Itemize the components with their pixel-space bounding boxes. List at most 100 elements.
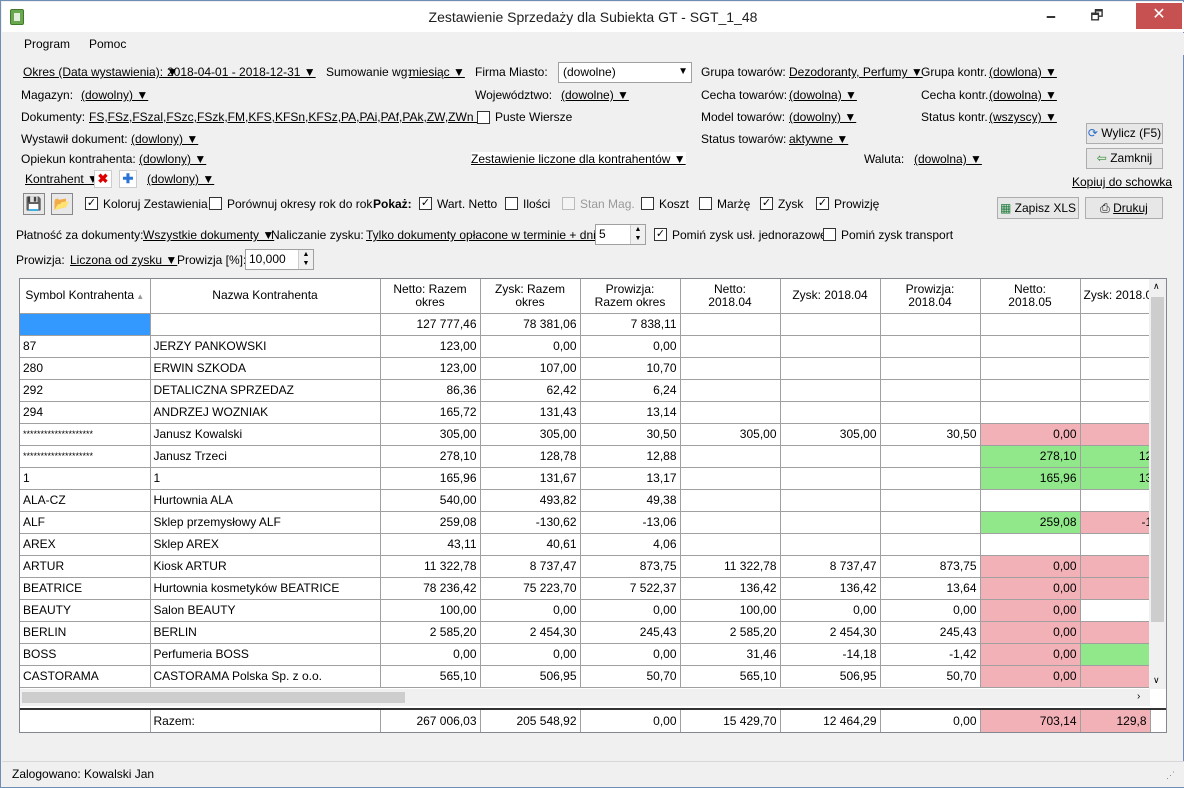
table-cell[interactable] bbox=[1080, 665, 1157, 688]
table-cell[interactable]: BEATRICE bbox=[20, 577, 151, 600]
table-cell[interactable]: 292 bbox=[20, 379, 151, 402]
horizontal-scrollbar[interactable]: › bbox=[20, 689, 1150, 706]
table-cell[interactable]: Sklep przemysłowy ALF bbox=[150, 511, 381, 534]
table-cell[interactable]: 12 bbox=[1080, 445, 1157, 468]
table-cell[interactable]: 131,67 bbox=[480, 467, 581, 490]
table-cell[interactable]: 123,00 bbox=[380, 335, 481, 358]
table-cell[interactable] bbox=[1080, 643, 1157, 666]
table-cell[interactable]: 0,00 bbox=[580, 599, 681, 622]
table-cell[interactable]: 873,75 bbox=[580, 555, 681, 578]
table-cell[interactable] bbox=[980, 313, 1081, 336]
table-cell[interactable] bbox=[680, 335, 781, 358]
table-cell[interactable]: 259,08 bbox=[380, 511, 481, 534]
koszt-checkbox[interactable] bbox=[641, 197, 654, 210]
table-cell[interactable]: 15 429,70 bbox=[680, 710, 781, 732]
resize-grip-icon[interactable]: ⋰ bbox=[1166, 770, 1175, 781]
table-cell[interactable]: 278,10 bbox=[380, 445, 481, 468]
table-cell[interactable]: ******************** bbox=[20, 423, 151, 446]
table-cell[interactable] bbox=[1080, 335, 1157, 358]
chevron-down-icon[interactable]: ∨ bbox=[1153, 675, 1160, 686]
table-cell[interactable] bbox=[980, 379, 1081, 402]
table-cell[interactable]: 565,10 bbox=[680, 665, 781, 688]
vertical-scroll-thumb[interactable] bbox=[1151, 297, 1164, 622]
table-cell[interactable] bbox=[780, 533, 881, 556]
table-cell[interactable]: 12 464,29 bbox=[780, 710, 881, 732]
table-cell[interactable] bbox=[880, 511, 981, 534]
okres-dropdown-label[interactable]: Okres (Data wystawienia): ▼ bbox=[23, 65, 178, 79]
ilosci-checkbox[interactable] bbox=[505, 197, 518, 210]
table-cell[interactable]: 0,00 bbox=[580, 643, 681, 666]
table-cell[interactable]: 123,00 bbox=[380, 357, 481, 380]
table-cell[interactable]: 0,00 bbox=[980, 621, 1081, 644]
table-cell[interactable]: 0,00 bbox=[980, 599, 1081, 622]
model-towarow-dropdown[interactable]: (dowolny) ▼ bbox=[789, 110, 856, 124]
table-cell[interactable]: 30,50 bbox=[580, 423, 681, 446]
table-cell[interactable] bbox=[780, 445, 881, 468]
table-cell[interactable]: CASTORAMA bbox=[20, 665, 151, 688]
table-cell[interactable]: 78 381,06 bbox=[480, 313, 581, 336]
table-cell[interactable]: ALF bbox=[20, 511, 151, 534]
table-cell[interactable]: 1 bbox=[20, 467, 151, 490]
table-cell[interactable]: 7 522,37 bbox=[580, 577, 681, 600]
table-cell[interactable]: 4,06 bbox=[580, 533, 681, 556]
folder-icon[interactable]: 📂 bbox=[51, 193, 73, 215]
table-cell[interactable]: -1,42 bbox=[880, 643, 981, 666]
table-cell[interactable]: 1 bbox=[150, 467, 381, 490]
grupa-kontr-dropdown[interactable]: (dowlona) ▼ bbox=[989, 65, 1057, 79]
table-cell[interactable] bbox=[680, 511, 781, 534]
table-cell[interactable]: 75 223,70 bbox=[480, 577, 581, 600]
table-cell[interactable] bbox=[980, 533, 1081, 556]
table-cell[interactable] bbox=[880, 313, 981, 336]
table-cell[interactable] bbox=[880, 379, 981, 402]
spinner-arrows-icon[interactable]: ▲ ▼ bbox=[630, 225, 645, 244]
table-cell[interactable] bbox=[1080, 379, 1157, 402]
table-cell[interactable]: 10,70 bbox=[580, 357, 681, 380]
table-cell[interactable] bbox=[1080, 423, 1157, 446]
table-cell[interactable]: -1 bbox=[1080, 511, 1157, 534]
marze-checkbox[interactable] bbox=[699, 197, 712, 210]
table-cell[interactable]: 13,64 bbox=[880, 577, 981, 600]
table-row[interactable]: BEATRICE Hurtownia kosmetyków BEATRICE 78 … bbox=[20, 577, 1157, 600]
table-cell[interactable]: 703,14 bbox=[980, 710, 1081, 732]
table-row[interactable]: ******************** Janusz Trzeci 278,10 1… bbox=[20, 445, 1157, 468]
table-row[interactable]: 1 1 165,96 131,67 13,17 165,96 13 bbox=[20, 467, 1157, 490]
table-cell[interactable]: -14,18 bbox=[780, 643, 881, 666]
column-header[interactable]: Nazwa Kontrahenta bbox=[150, 279, 381, 314]
column-header[interactable]: Netto: Razem okres bbox=[380, 279, 481, 314]
zysk-checkbox[interactable]: ✓ bbox=[760, 197, 773, 210]
table-cell[interactable] bbox=[780, 379, 881, 402]
table-cell[interactable] bbox=[680, 379, 781, 402]
table-cell[interactable]: 12,88 bbox=[580, 445, 681, 468]
table-cell[interactable]: ERWIN SZKODA bbox=[150, 357, 381, 380]
table-cell[interactable]: -130,62 bbox=[480, 511, 581, 534]
table-cell[interactable] bbox=[150, 313, 381, 336]
table-cell[interactable]: ALA-CZ bbox=[20, 489, 151, 512]
table-cell[interactable]: 267 006,03 bbox=[380, 710, 481, 732]
status-towarow-dropdown[interactable]: aktywne ▼ bbox=[789, 132, 848, 146]
table-row[interactable]: BEAUTY Salon BEAUTY 100,00 0,00 0,00 100,00 0,… bbox=[20, 599, 1157, 622]
table-cell[interactable]: CASTORAMA Polska Sp. z o.o. bbox=[150, 665, 381, 688]
table-cell[interactable] bbox=[880, 489, 981, 512]
table-cell[interactable]: 0,00 bbox=[880, 710, 981, 732]
koloruj-checkbox[interactable]: ✓ bbox=[85, 197, 98, 210]
table-cell[interactable] bbox=[880, 401, 981, 424]
table-cell[interactable]: 8 737,47 bbox=[480, 555, 581, 578]
pomin-uslugi-checkbox[interactable]: ✓ bbox=[654, 228, 667, 241]
table-cell[interactable]: BERLIN bbox=[150, 621, 381, 644]
table-cell[interactable] bbox=[780, 401, 881, 424]
table-row[interactable]: 292 DETALICZNA SPRZEDAZ 86,36 62,42 6,24 bbox=[20, 379, 1157, 402]
table-cell[interactable] bbox=[980, 489, 1081, 512]
totals-row[interactable]: Razem: 267 006,03 205 548,92 0,00 15 429,70 1… bbox=[20, 710, 1151, 732]
table-cell[interactable]: 493,82 bbox=[480, 489, 581, 512]
prowizje-checkbox[interactable]: ✓ bbox=[816, 197, 829, 210]
table-cell[interactable]: 565,10 bbox=[380, 665, 481, 688]
table-cell[interactable]: 165,96 bbox=[380, 467, 481, 490]
table-cell[interactable]: 0,00 bbox=[780, 599, 881, 622]
table-row[interactable]: ******************** Janusz Kowalski 305,0… bbox=[20, 423, 1157, 446]
table-cell[interactable] bbox=[780, 313, 881, 336]
table-cell[interactable]: 0,00 bbox=[980, 643, 1081, 666]
sort-ascending-icon[interactable]: ▲ bbox=[134, 292, 144, 301]
dni-spinner[interactable]: 5 ▲ ▼ bbox=[595, 224, 646, 245]
table-cell[interactable]: Janusz Kowalski bbox=[150, 423, 381, 446]
vertical-scrollbar[interactable]: ∧ ∨ bbox=[1149, 279, 1166, 689]
